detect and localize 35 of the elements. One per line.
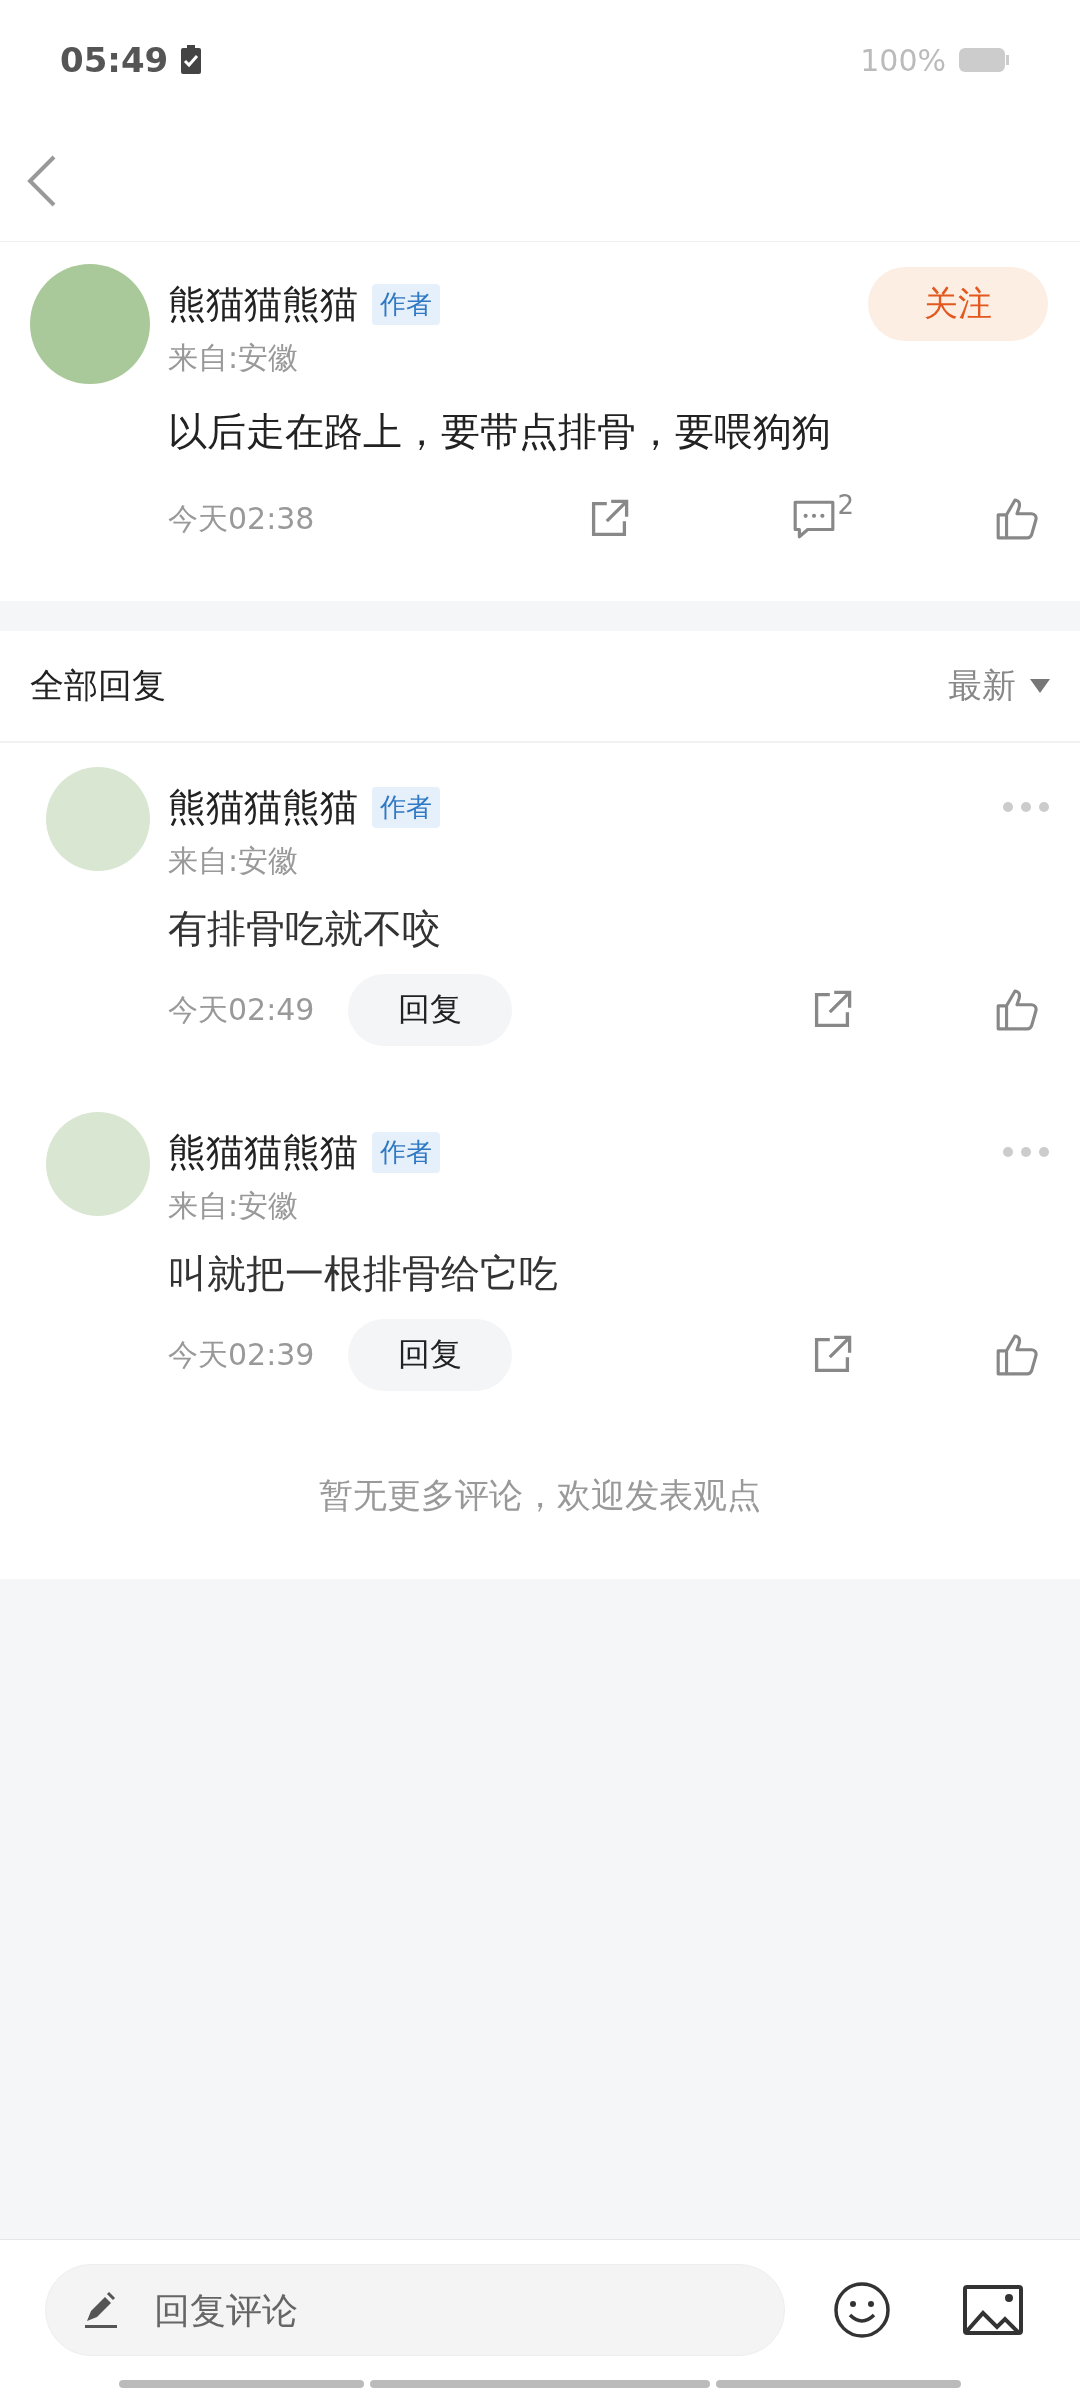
reply-text: 叫就把一根排骨给它吃 [168, 1250, 559, 1298]
location-text: 来自:安徽 [168, 339, 300, 377]
reply-input-field[interactable]: 回复评论 [45, 2264, 785, 2356]
location-text: 来自:安徽 [168, 842, 300, 880]
thumbs-up-icon[interactable] [994, 496, 1040, 542]
reply-button[interactable]: 回复 [348, 974, 513, 1046]
reply-time: 今天02:49 [168, 990, 315, 1029]
post-time: 今天02:38 [168, 499, 315, 538]
reply-button[interactable]: 回复 [348, 1319, 513, 1391]
battery-check-icon [180, 45, 203, 75]
thumbs-up-icon[interactable] [994, 1332, 1040, 1378]
location-text: 来自:安徽 [168, 1187, 300, 1225]
battery-icon [958, 47, 1010, 73]
author-name[interactable]: 熊猫猫熊猫 [168, 1126, 358, 1178]
emoji-icon[interactable] [833, 2281, 891, 2339]
reply-text: 有排骨吃就不咬 [168, 905, 442, 953]
nav-handle[interactable] [716, 2380, 961, 2388]
thumbs-up-icon[interactable] [994, 987, 1040, 1033]
battery-level: 100% [860, 42, 946, 78]
end-note: 暂无更多评论，欢迎发表观点 [318, 1474, 762, 1517]
comment-count: 2 [837, 490, 854, 520]
author-badge: 作者 [372, 283, 440, 325]
author-name[interactable]: 熊猫猫熊猫 [168, 278, 358, 330]
author-badge: 作者 [372, 1131, 440, 1173]
image-icon[interactable] [963, 2285, 1023, 2335]
nav-handle[interactable] [370, 2380, 710, 2388]
replies-title: 全部回复 [30, 664, 166, 707]
sort-dropdown[interactable]: 最新 [948, 663, 1050, 709]
author-badge: 作者 [372, 786, 440, 828]
author-name[interactable]: 熊猫猫熊猫 [168, 781, 358, 833]
status-time: 05:49 [60, 40, 169, 80]
caret-icon [1030, 679, 1050, 693]
post-text: 以后走在路上，要带点排骨，要喂狗狗 [168, 408, 832, 456]
reply-time: 今天02:39 [168, 1335, 315, 1374]
nav-handle[interactable] [119, 2380, 364, 2388]
